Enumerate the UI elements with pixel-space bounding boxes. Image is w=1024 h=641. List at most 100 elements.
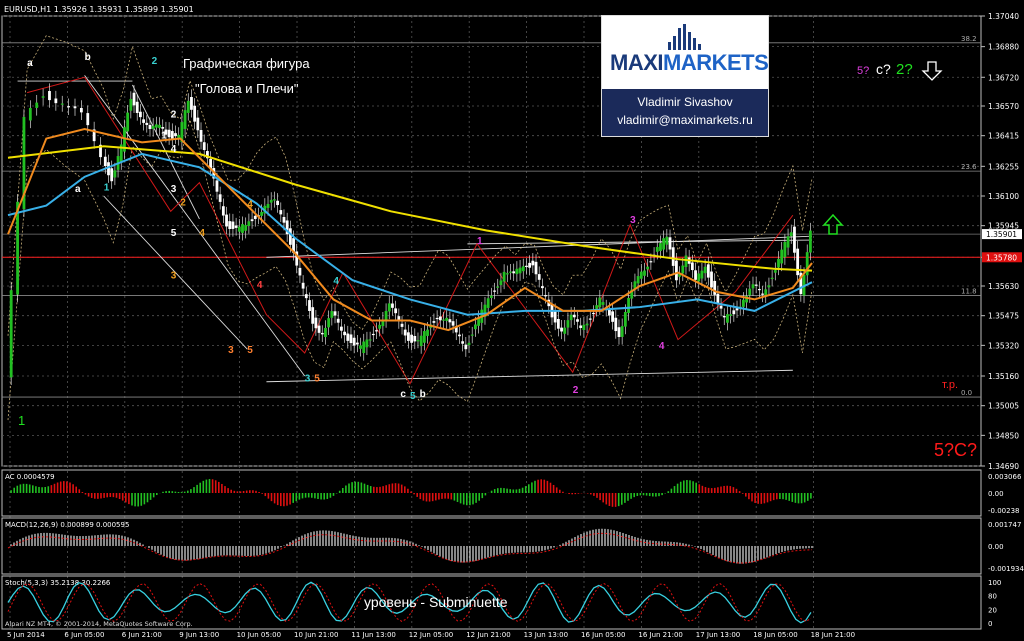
candle-body (809, 230, 812, 253)
footer-copyright: Alpari NZ MT4, © 2001-2014, MetaQuotes S… (5, 620, 193, 628)
author-name: Vladimir Sivashov (637, 95, 733, 109)
wave-label: 4 (333, 276, 339, 287)
candle-body (301, 282, 305, 289)
candle-body (512, 271, 516, 274)
candle-body (324, 327, 327, 338)
candle-body (416, 340, 420, 342)
wave-label: a (75, 184, 81, 195)
candle-body (346, 333, 350, 341)
candle-body (671, 247, 675, 266)
candle-body (461, 341, 465, 344)
candle-body (426, 329, 429, 336)
candle-body (260, 212, 264, 216)
target-label: т.р. (942, 379, 958, 391)
oscillator-tick-label: 0 (988, 620, 992, 628)
author-info: Vladimir Sivashov vladimir@maximarkets.r… (602, 89, 768, 136)
wave-label: 5 (247, 345, 253, 356)
candle-body (777, 258, 780, 268)
time-axis: 5 Jun 2014 6 Jun 05:00 6 Jun 21:00 9 Jun 13… (2, 628, 981, 639)
candle-body (314, 317, 318, 329)
candle-body (742, 299, 745, 307)
candle-body (435, 317, 439, 320)
candle-body (614, 317, 618, 332)
candle-body (410, 334, 413, 343)
y-tick-label: 1.35630 (988, 282, 1019, 291)
wave-label: 1 (104, 182, 110, 193)
oscillator-tick-label: 100 (988, 579, 1001, 587)
wave-label: 5 (314, 374, 320, 385)
candle-body (9, 290, 13, 378)
y-tick-label: 1.37040 (988, 12, 1019, 21)
candle-body (371, 333, 375, 336)
y-tick-label: 1.36255 (988, 162, 1019, 171)
top-right-2: 2? (896, 61, 913, 78)
candle-body (572, 314, 576, 318)
candle-body (531, 260, 535, 266)
candle-body (378, 324, 382, 329)
candle-body (566, 320, 570, 328)
candle-body (48, 91, 51, 101)
candle-body (432, 321, 436, 323)
candle-body (387, 303, 391, 312)
candle-body (489, 295, 493, 299)
candle-body (317, 325, 321, 333)
candle-body (592, 312, 595, 315)
y-tick-label: 1.36570 (988, 102, 1019, 111)
candle-body (569, 314, 573, 321)
candle-body (649, 261, 653, 263)
wave-label: 2 (152, 56, 158, 67)
candle-body (355, 342, 359, 345)
candle-body (773, 270, 777, 273)
candle-body (541, 286, 544, 289)
candle-body (448, 319, 452, 323)
symbol-header: EURUSD,H1 1.35926 1.35931 1.35899 1.3590… (4, 5, 194, 14)
price-box-label: 1.35780 (986, 253, 1017, 262)
candle-body (458, 334, 461, 337)
candle-body (199, 130, 203, 142)
candle-body (700, 270, 704, 279)
candle-body (234, 225, 238, 228)
candle-body (576, 319, 579, 322)
candle-body (544, 295, 547, 297)
candle-body (703, 266, 707, 274)
candle-body (67, 106, 71, 108)
figure-title-line2: "Голова и Плечи" (195, 81, 299, 96)
candle-body (608, 309, 611, 316)
candle-body (73, 106, 77, 109)
candle-body (515, 268, 519, 275)
oscillator-tick-label: 0.00 (988, 490, 1004, 498)
candle-body (585, 323, 589, 326)
candle-body (598, 297, 602, 308)
oscillator-label: MACD(12,26,9) 0.000899 0.000595 (5, 521, 129, 529)
y-tick-label: 1.34690 (988, 462, 1019, 471)
candle-body (643, 270, 646, 276)
candle-body (228, 221, 232, 230)
candle-body (528, 262, 532, 268)
logo-bars-icon (668, 24, 702, 50)
candle-body (467, 342, 471, 346)
candle-body (320, 332, 324, 335)
wave-label: 2 (573, 385, 579, 396)
candle-body (28, 107, 32, 121)
candle-body (54, 98, 58, 104)
candle-body (611, 311, 614, 322)
candle-body (368, 339, 372, 341)
candle-body (273, 199, 276, 201)
candle-body (675, 260, 678, 281)
candle-body (445, 317, 449, 321)
x-tick-label: 10 Jun 21:00 (294, 631, 338, 639)
x-tick-label: 16 Jun 21:00 (638, 631, 682, 639)
candle-body (518, 267, 522, 274)
x-tick-label: 6 Jun 05:00 (64, 631, 104, 639)
candle-body (697, 273, 701, 282)
wave-label: b (85, 52, 91, 63)
candle-body (167, 129, 171, 138)
candle-body (726, 314, 729, 323)
chart-canvas[interactable]: 38.223.611.80.0 ab 22a 14321534443 53 54c 5 b1… (0, 0, 1024, 641)
candle-body (231, 221, 235, 229)
wave-5c-label: 5?C? (934, 440, 977, 460)
candle-body (145, 122, 149, 125)
candle-body (646, 266, 650, 270)
candle-body (103, 156, 107, 167)
candle-body (623, 311, 627, 327)
